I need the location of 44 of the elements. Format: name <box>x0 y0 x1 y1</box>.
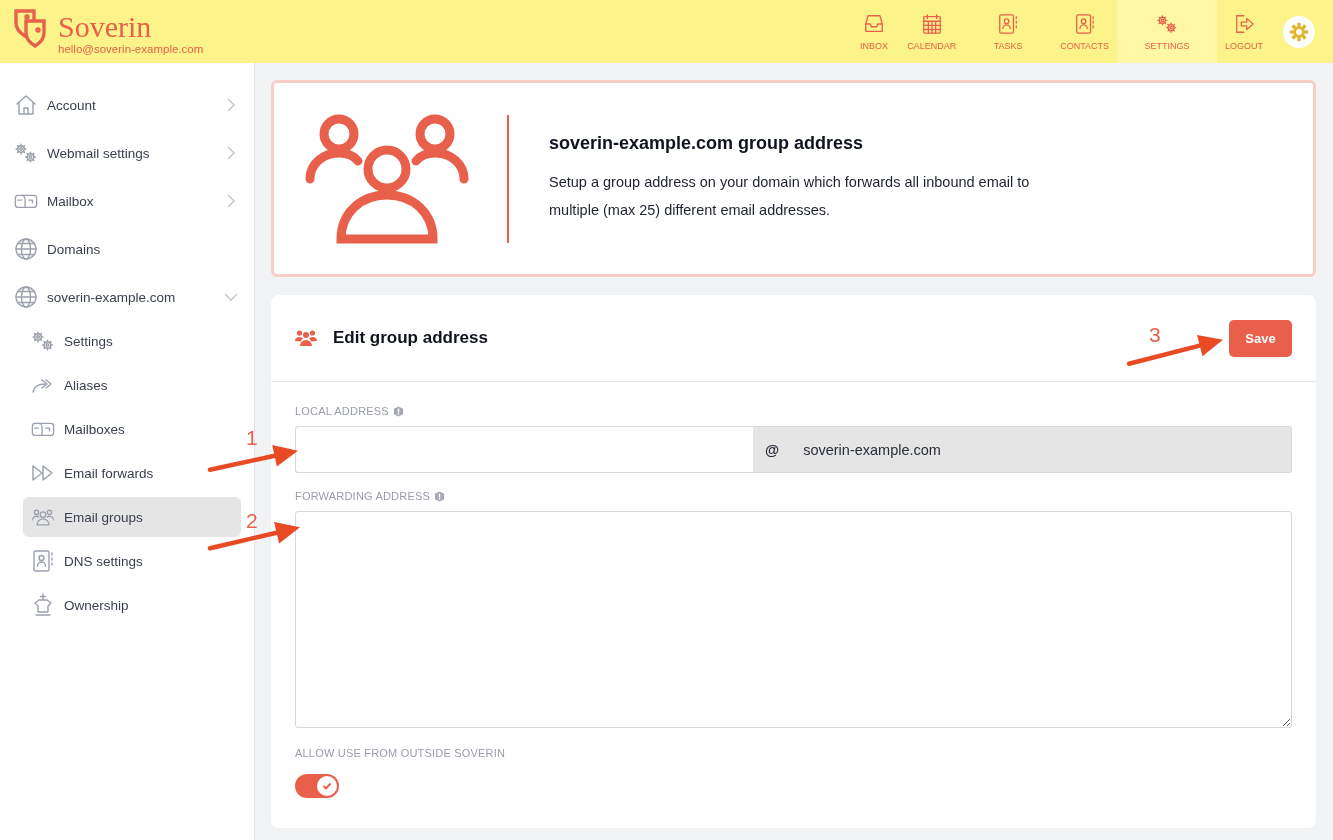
checkmark-icon <box>322 782 332 790</box>
people-icon <box>295 329 317 347</box>
inbox-icon <box>863 12 886 35</box>
sun-icon <box>1289 21 1309 42</box>
toggle-switch[interactable] <box>295 774 339 798</box>
calendar-icon <box>920 12 943 35</box>
info-icon <box>392 405 404 417</box>
forwarding-address-field[interactable] <box>295 511 1292 728</box>
gears-icon <box>1156 12 1178 35</box>
contact-card-icon <box>997 12 1020 35</box>
sidebar-item[interactable]: Account <box>0 81 254 129</box>
gears-icon <box>14 141 38 165</box>
people-group-icon <box>305 113 469 244</box>
sidebar-subitem[interactable]: Mailboxes <box>23 409 241 449</box>
sidebar-subitem[interactable]: DNS settings <box>23 541 241 581</box>
field-label: ALLOW USE FROM OUTSIDE SOVERIN <box>295 747 506 759</box>
sidebar-subitem[interactable]: Email forwards <box>23 453 241 493</box>
banner-description: Setup a group address on your domain which forwards all inbound email to multiple (max 25) different email addresses. <box>549 173 1031 220</box>
account-email: hello@soverin-example.com <box>58 42 204 56</box>
sidebar-item[interactable]: Webmail settings <box>0 129 254 177</box>
annotation-number: 1 <box>246 426 258 450</box>
sidebar-item[interactable]: Mailbox <box>0 177 254 225</box>
brand-name: Soverin <box>58 12 153 42</box>
gears-icon <box>31 329 55 353</box>
globe-icon <box>14 285 38 309</box>
globe-icon <box>14 237 38 261</box>
contact-card-icon <box>31 549 55 573</box>
info-icon <box>434 490 445 502</box>
sidebar-item[interactable]: Domains <box>0 225 254 273</box>
field-label: FORWARDING ADDRESS <box>295 490 430 502</box>
theme-toggle-button[interactable] <box>1283 15 1315 48</box>
banner-title: soverin-example.com group address <box>549 133 865 154</box>
sidebar-item[interactable]: soverin-example.com <box>0 273 254 321</box>
form-title: Edit group address <box>333 328 488 348</box>
sidebar-subitem[interactable]: Aliases <box>23 365 241 405</box>
field-label: LOCAL ADDRESS <box>295 405 389 417</box>
house-icon <box>14 93 38 117</box>
annotation-number: 2 <box>246 509 258 533</box>
annotation-number: 3 <box>1149 323 1161 347</box>
logout-icon <box>1233 12 1255 35</box>
sidebar-subitem[interactable]: Email groups <box>23 497 241 537</box>
sidebar-subitem[interactable]: Ownership <box>23 585 241 625</box>
sidebar-subitem[interactable]: Settings <box>23 321 241 361</box>
contact-card-icon <box>1073 12 1096 35</box>
